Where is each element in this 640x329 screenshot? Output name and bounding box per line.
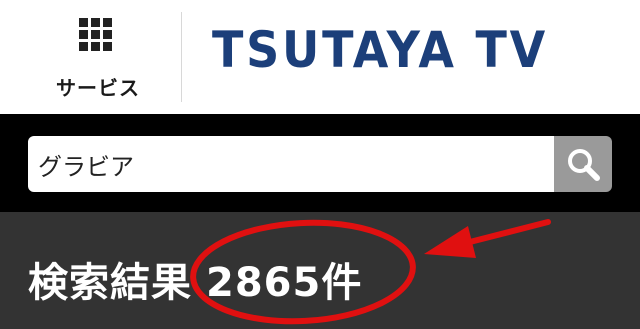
search-bar bbox=[0, 114, 640, 212]
grid-icon bbox=[79, 18, 113, 52]
site-logo[interactable]: TSUTAYA TV bbox=[212, 20, 548, 80]
search-input[interactable] bbox=[28, 136, 554, 192]
magnifier-icon bbox=[568, 149, 600, 181]
results-summary: 検索結果 2865件 bbox=[28, 250, 362, 308]
search-results-header: 検索結果 2865件 bbox=[0, 212, 640, 329]
search-button[interactable] bbox=[554, 136, 612, 192]
services-label: サービス bbox=[56, 76, 140, 100]
services-menu-button[interactable]: サービス bbox=[48, 14, 168, 102]
header: サービス TSUTAYA TV bbox=[0, 0, 640, 114]
results-count: 2865件 bbox=[206, 260, 363, 306]
header-divider bbox=[181, 12, 182, 102]
results-label: 検索結果 bbox=[28, 260, 192, 306]
